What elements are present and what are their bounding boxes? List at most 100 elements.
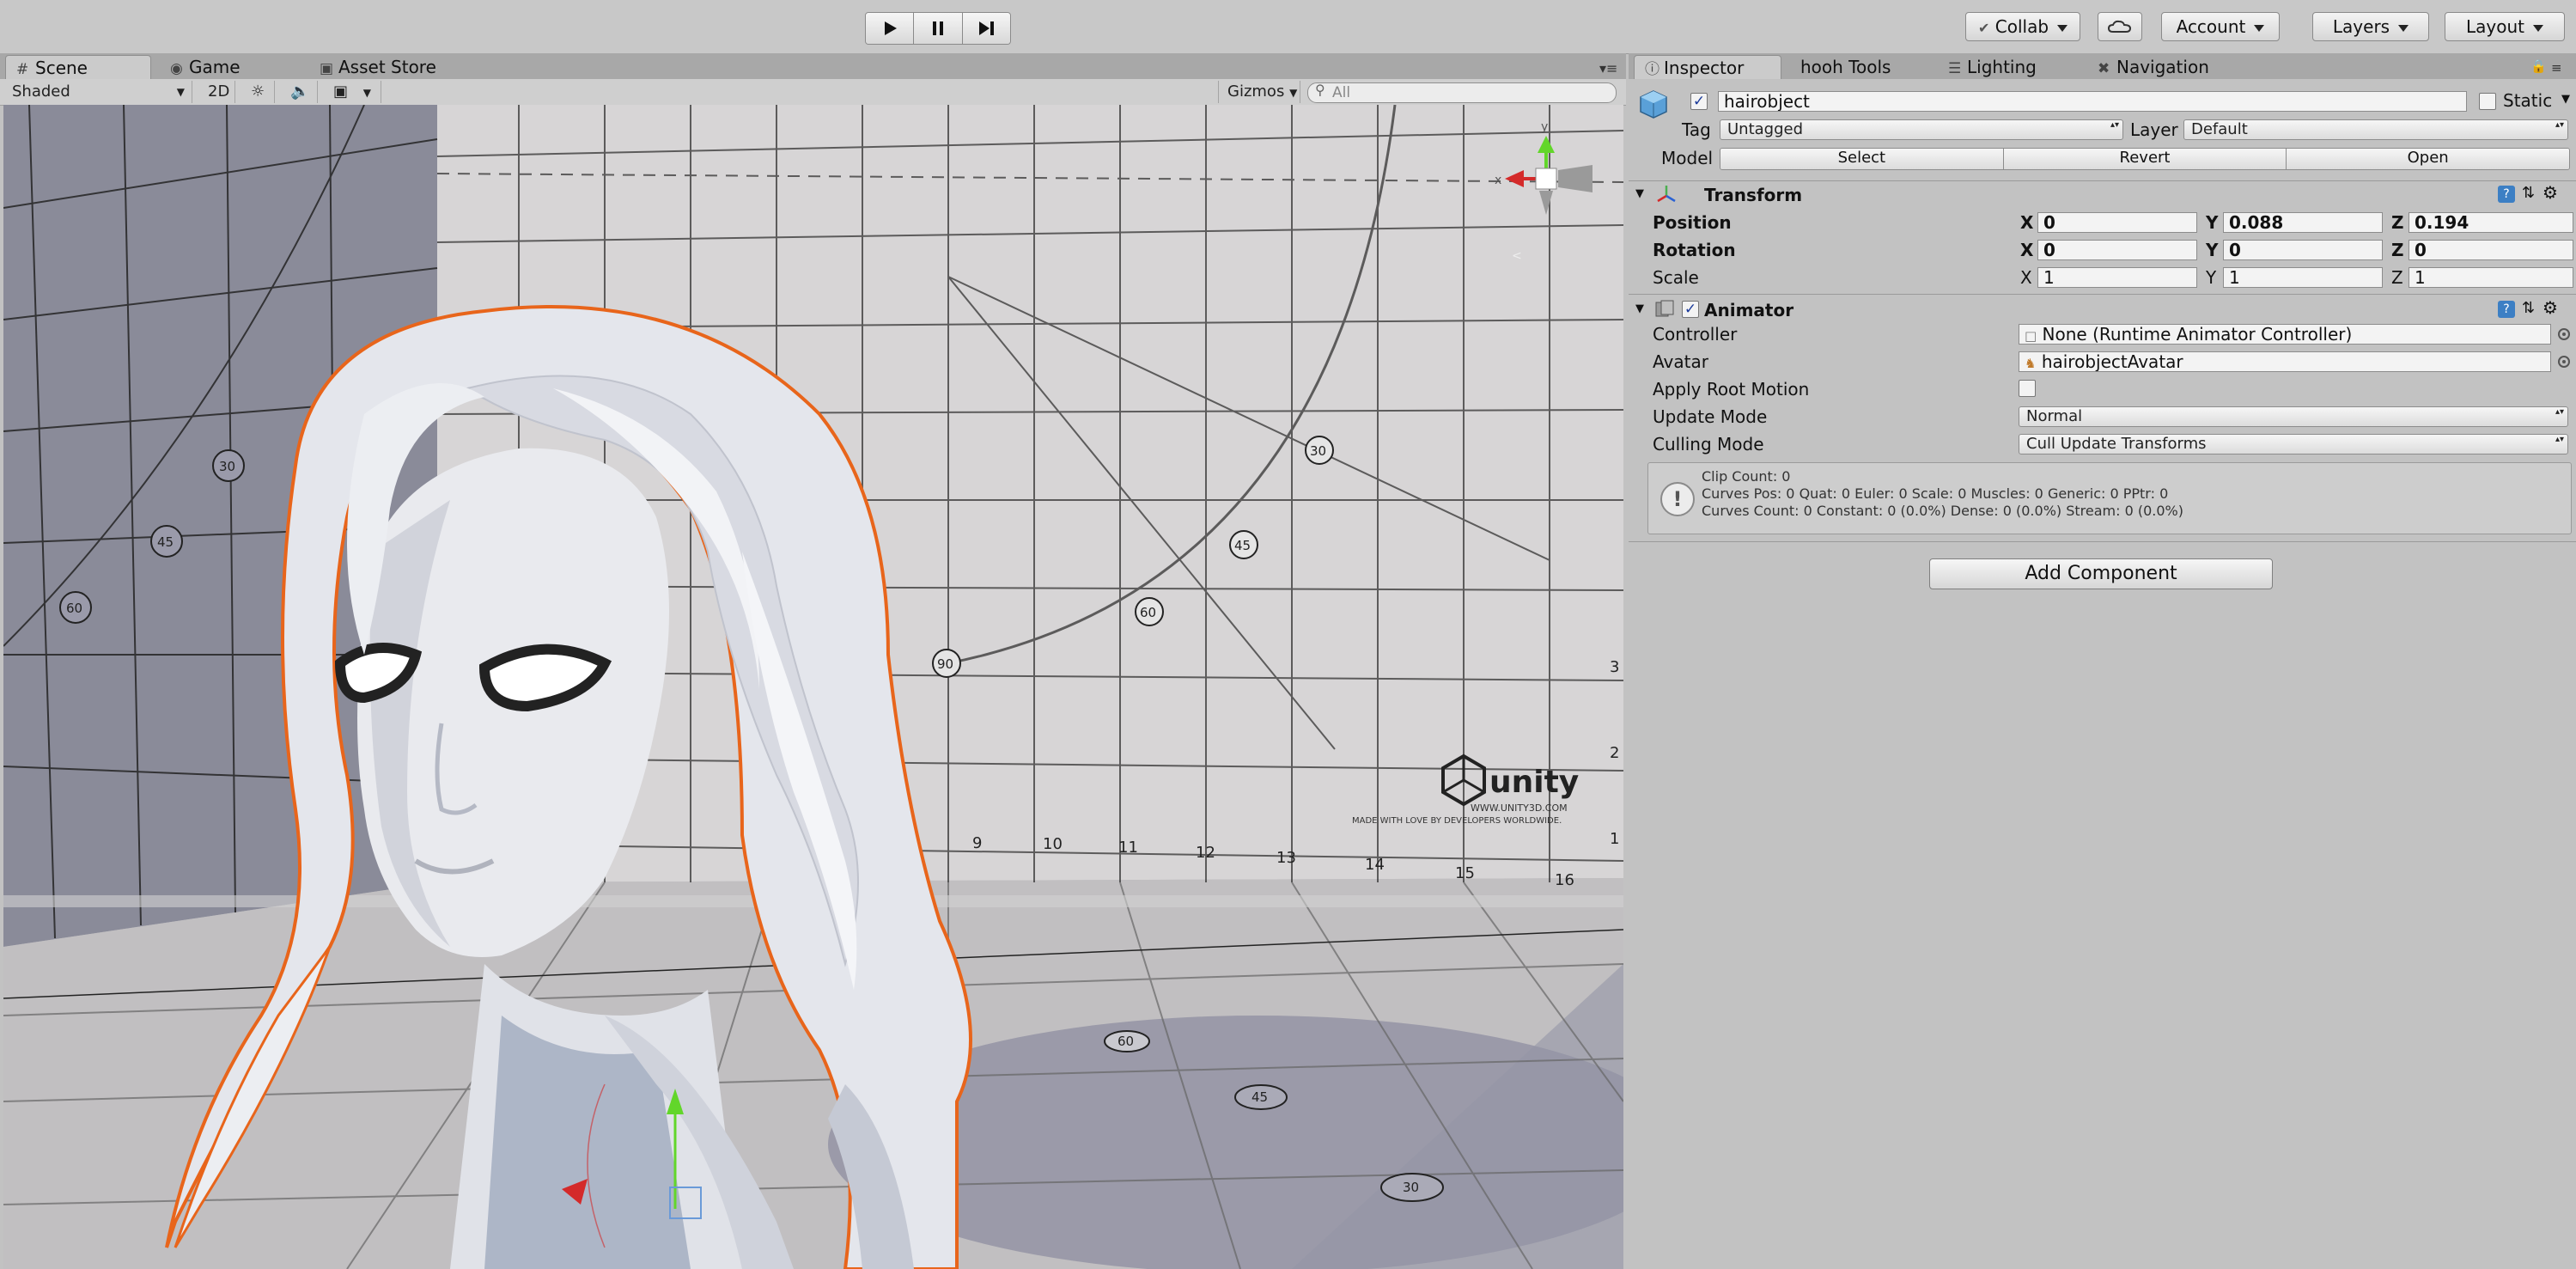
position-y-input[interactable]: 0.088: [2223, 212, 2383, 233]
tab-label: Game: [189, 57, 241, 77]
animator-info-box: ! Clip Count: 0 Curves Pos: 0 Quat: 0 Eu…: [1647, 462, 2572, 534]
position-x-input[interactable]: 0: [2037, 212, 2197, 233]
animator-enabled-checkbox[interactable]: ✓: [1682, 301, 1699, 318]
effects-dropdown[interactable]: ▣ ▼: [325, 81, 381, 103]
animator-title: Animator: [1704, 300, 1794, 320]
gear-icon[interactable]: ⚙: [2543, 297, 2558, 318]
object-picker-icon[interactable]: [2558, 356, 2570, 368]
scale-y-input[interactable]: 1: [2223, 267, 2383, 288]
tab-asset-store[interactable]: ▣ Asset Store: [309, 55, 481, 79]
object-name-input[interactable]: hairobject: [1718, 91, 2467, 112]
preset-icon[interactable]: ⇅: [2522, 184, 2535, 202]
info-line: Clip Count: 0: [1702, 468, 1791, 485]
culling-mode-dropdown[interactable]: Cull Update Transforms: [2019, 434, 2568, 455]
shading-mode-dropdown[interactable]: Shaded ▼: [3, 81, 192, 103]
axis-z-label: Z: [2391, 267, 2403, 288]
position-z-input[interactable]: 0.194: [2409, 212, 2573, 233]
account-button[interactable]: Account: [2161, 12, 2280, 41]
culling-mode-label: Culling Mode: [1653, 434, 1764, 455]
axis-z-label: Z: [2391, 212, 2404, 233]
layout-button[interactable]: Layout: [2445, 12, 2565, 41]
step-icon: [979, 21, 995, 35]
lock-icon[interactable]: 🔒: [2530, 58, 2547, 74]
audio-toggle[interactable]: 🔈: [282, 81, 318, 103]
rotation-x-input[interactable]: 0: [2037, 240, 2197, 260]
controller-field[interactable]: □ None (Runtime Animator Controller): [2019, 324, 2551, 345]
cloud-button[interactable]: [2098, 12, 2142, 41]
gizmos-label: Gizmos: [1227, 82, 1285, 101]
check-icon: ✔: [1977, 20, 1990, 36]
chevron-down-icon: [2254, 24, 2265, 32]
lighting-icon: ☰: [1948, 60, 1962, 77]
avatar-field[interactable]: ♞ hairobjectAvatar: [2019, 351, 2551, 372]
gear-icon[interactable]: ⚙: [2543, 182, 2558, 203]
tag-dropdown[interactable]: Untagged: [1720, 119, 2123, 140]
scene-search-input[interactable]: ⚲ All: [1307, 82, 1617, 103]
scale-x-input[interactable]: 1: [2037, 267, 2197, 288]
tab-label: Asset Store: [338, 57, 436, 77]
tab-game[interactable]: ◉ Game: [160, 55, 297, 79]
chevron-down-icon: ▼: [1289, 87, 1298, 99]
pause-button[interactable]: [914, 13, 963, 44]
inspector-tab-bar: ⓘ Inspector hooh Tools ☰ Lighting ✖ Navigat…: [1629, 53, 2576, 79]
collab-button[interactable]: ✔ Collab: [1965, 12, 2080, 41]
update-mode-label: Update Mode: [1653, 406, 1768, 427]
info-icon: ⓘ: [1645, 61, 1659, 78]
panel-menu-icon[interactable]: ≡: [2551, 60, 2562, 76]
layers-button[interactable]: Layers: [2312, 12, 2429, 41]
info-line: Curves Pos: 0 Quat: 0 Euler: 0 Scale: 0 …: [1702, 485, 2169, 502]
grid-number: 10: [1043, 835, 1063, 853]
axis-y-label: Y: [2206, 240, 2219, 260]
angle-mark: 30: [1310, 443, 1326, 459]
layer-dropdown[interactable]: Default: [2183, 119, 2568, 140]
gizmos-dropdown[interactable]: Gizmos ▼: [1218, 81, 1300, 103]
tab-scene[interactable]: # Scene: [5, 55, 151, 79]
static-checkbox[interactable]: [2479, 93, 2496, 110]
tab-navigation[interactable]: ✖ Navigation: [2087, 55, 2259, 79]
chevron-down-icon: ▼: [176, 86, 185, 98]
angle-mark: 30: [219, 459, 235, 474]
chevron-down-icon: [2398, 24, 2409, 32]
axis-x-label: X: [2020, 240, 2034, 260]
playback-controls: [865, 12, 1011, 45]
active-checkbox[interactable]: ✓: [1690, 93, 1708, 110]
tab-hooh-tools[interactable]: hooh Tools: [1790, 55, 1936, 79]
preset-icon[interactable]: ⇅: [2522, 299, 2535, 317]
inspector-panel: ✓ hairobject Static ▼ Tag Untagged Layer…: [1629, 79, 2576, 1269]
scale-z-input[interactable]: 1: [2409, 267, 2573, 288]
tab-inspector[interactable]: ⓘ Inspector: [1634, 55, 1781, 79]
model-select-button[interactable]: Select: [1720, 149, 2004, 169]
model-revert-button[interactable]: Revert: [2003, 149, 2287, 169]
grid-number: 1: [1610, 830, 1619, 848]
divider: [1629, 180, 2576, 181]
help-icon[interactable]: ?: [2498, 301, 2515, 318]
toggle-2d-button[interactable]: 2D: [199, 81, 235, 103]
step-button[interactable]: [962, 13, 1010, 44]
lighting-toggle[interactable]: ☼: [242, 81, 275, 103]
tab-lighting[interactable]: ☰ Lighting: [1938, 55, 2084, 79]
foldout-arrow-icon[interactable]: ▼: [1635, 302, 1644, 315]
image-icon: ▣: [333, 82, 349, 101]
chevron-down-icon[interactable]: ▼: [2561, 93, 2570, 106]
cube-icon: [1639, 89, 1668, 119]
object-picker-icon[interactable]: [2558, 328, 2570, 340]
apply-root-motion-checkbox[interactable]: [2019, 380, 2036, 397]
grid-number: 9: [972, 834, 982, 852]
help-icon[interactable]: ?: [2498, 186, 2515, 203]
chevron-down-icon: [2533, 24, 2543, 32]
scene-viewport[interactable]: 9 10 11 12 13 14 15 16 3 2 1 90 60 45 30: [3, 105, 1623, 1269]
rotation-y-input[interactable]: 0: [2223, 240, 2383, 260]
logo-url: WWW.UNITY3D.COM: [1471, 802, 1568, 814]
gizmo-x-label: x: [1495, 174, 1501, 187]
update-mode-dropdown[interactable]: Normal: [2019, 406, 2568, 427]
panel-menu-icon[interactable]: ▾≡: [1599, 60, 1617, 76]
axis-x-label: X: [2020, 212, 2034, 233]
add-component-button[interactable]: Add Component: [1929, 558, 2273, 589]
angle-mark: 90: [937, 656, 953, 672]
foldout-arrow-icon[interactable]: ▼: [1635, 187, 1644, 200]
avatar-label: Avatar: [1653, 351, 1708, 372]
model-open-button[interactable]: Open: [2287, 149, 2569, 169]
axis-x-label: X: [2020, 267, 2032, 288]
rotation-z-input[interactable]: 0: [2409, 240, 2573, 260]
play-button[interactable]: [866, 13, 915, 44]
